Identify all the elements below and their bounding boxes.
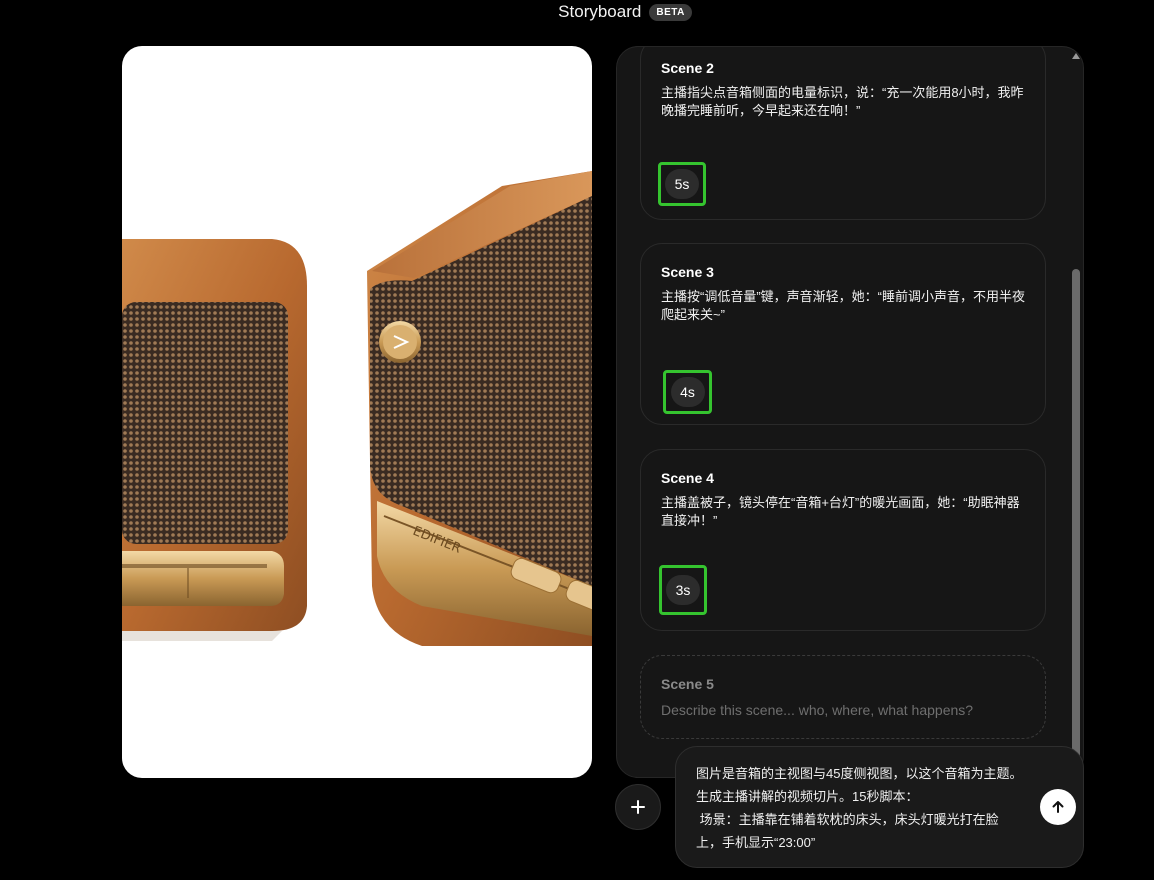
scene-description[interactable]: 主播按“调低音量”键，声音渐轻，她：“睡前调小声音，不用半夜爬起来关~” [661, 288, 1031, 324]
storyboard-panel[interactable]: Scene 2 主播指尖点音箱侧面的电量标识，说：“充一次能用8小时，我昨晚播完… [616, 46, 1084, 778]
scene-title: Scene 3 [661, 264, 714, 280]
scroll-up-arrow-icon[interactable] [1072, 53, 1080, 59]
duration-button[interactable]: 4s [670, 377, 705, 407]
speaker-side-view: EDIFIER [367, 171, 592, 646]
prompt-text[interactable]: 图片是音箱的主视图与45度侧视图，以这个音箱为主题。生成主播讲解的视频切片。15… [696, 762, 1023, 854]
scene-description[interactable]: 主播盖被子，镜头停在“音箱+台灯”的暖光画面，她：“助眠神器直接冲！” [661, 494, 1031, 530]
duration-highlight: 5s [658, 162, 706, 206]
speaker-front-view [122, 239, 307, 641]
product-preview-image[interactable]: EDIFIER [122, 46, 592, 778]
scene-card[interactable]: Scene 3 主播按“调低音量”键，声音渐轻，她：“睡前调小声音，不用半夜爬起… [640, 243, 1046, 425]
arrow-up-icon [1052, 801, 1064, 813]
duration-button[interactable]: 5s [665, 169, 699, 199]
duration-highlight: 4s [663, 370, 712, 414]
duration-highlight: 3s [659, 565, 707, 615]
add-scene-button[interactable] [615, 784, 661, 830]
page-title: Storyboard [558, 2, 642, 21]
scroll-thumb[interactable] [1072, 269, 1080, 759]
new-scene-card[interactable]: Scene 5 Describe this scene... who, wher… [640, 655, 1046, 739]
scene-description-placeholder[interactable]: Describe this scene... who, where, what … [661, 702, 1025, 718]
plus-icon [631, 800, 645, 814]
scene-description[interactable]: 主播指尖点音箱侧面的电量标识，说：“充一次能用8小时，我昨晚播完睡前听，今早起来… [661, 84, 1031, 120]
scene-title: Scene 4 [661, 470, 714, 486]
send-button[interactable] [1040, 789, 1076, 825]
scene-card[interactable]: Scene 4 主播盖被子，镜头停在“音箱+台灯”的暖光画面，她：“助眠神器直接… [640, 449, 1046, 631]
speaker-illustration: EDIFIER [122, 171, 592, 646]
scene-title: Scene 2 [661, 60, 714, 76]
scene-title: Scene 5 [661, 676, 714, 692]
prompt-input[interactable]: 图片是音箱的主视图与45度侧视图，以这个音箱为主题。生成主播讲解的视频切片。15… [675, 746, 1084, 868]
storyboard-page: Storyboard BETA EDIFIER Scene 2 主播指尖点音箱侧… [0, 0, 1154, 880]
scene-card[interactable]: Scene 2 主播指尖点音箱侧面的电量标识，说：“充一次能用8小时，我昨晚播完… [640, 47, 1046, 220]
scrollbar[interactable] [1071, 51, 1081, 771]
header: Storyboard BETA [0, 0, 1154, 24]
beta-badge: BETA [649, 3, 692, 21]
duration-button[interactable]: 3s [666, 575, 700, 605]
